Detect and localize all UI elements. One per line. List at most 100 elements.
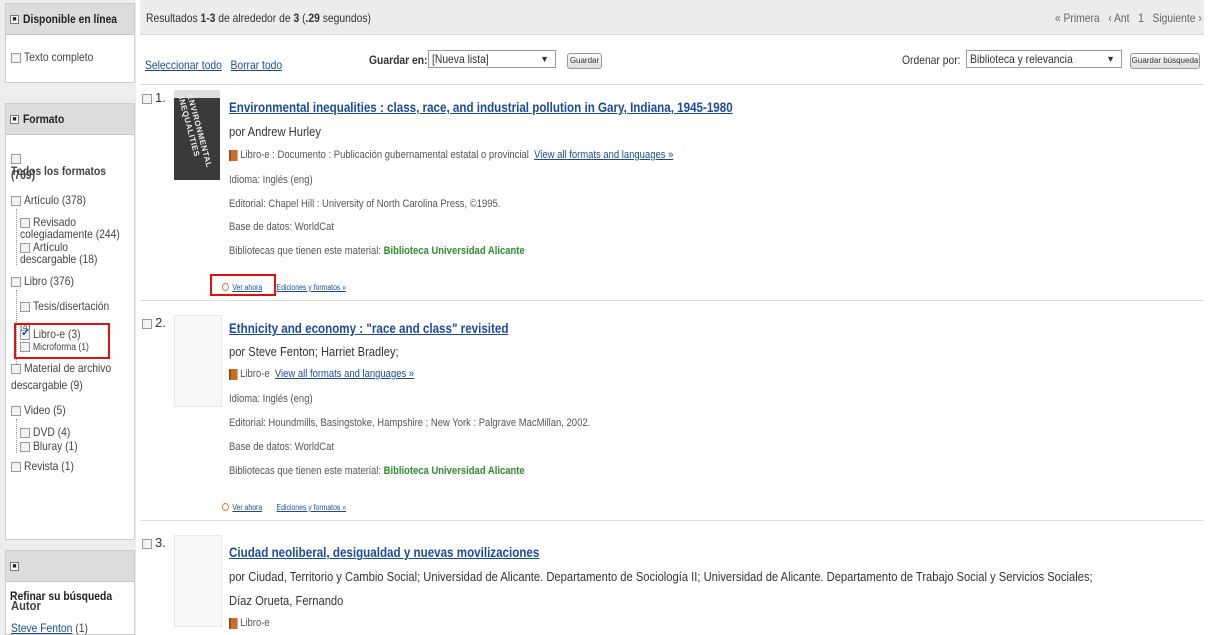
facet-libro-e[interactable]: Libro-e (3) <box>20 327 88 340</box>
record-author: por Steve Fenton; Harriet Bradley; <box>229 344 399 359</box>
result-record: 3. Ciudad neoliberal, desigualdad y nuev… <box>140 533 1204 635</box>
record-actions: Ver ahora Ediciones y formatos » <box>222 279 346 293</box>
checkbox[interactable] <box>11 153 21 164</box>
facet-full-text[interactable]: Texto completo <box>11 51 105 64</box>
checkbox[interactable] <box>20 342 30 353</box>
record-database: Base de datos: WorldCat <box>229 221 335 233</box>
save-in-label: Guardar en: <box>369 53 428 67</box>
checkbox[interactable] <box>11 461 21 472</box>
sort-label: Ordenar por: <box>902 53 961 67</box>
facet-articulo-descargable-count: descargable (18) <box>20 252 98 266</box>
facet-format: ■ Formato Todos los formatos (769) Artícu… <box>5 103 135 540</box>
facet-dvd[interactable]: DVD (4) <box>20 426 76 438</box>
record-format: Libro-e View all formats and languages » <box>229 368 414 380</box>
checkbox[interactable] <box>11 276 21 287</box>
checkbox[interactable] <box>11 52 21 63</box>
facet-articulo[interactable]: Artículo (378) <box>11 194 96 207</box>
pagination: « Primera ‹ Ant 1 Siguiente › <box>1031 11 1202 25</box>
facet-author-item[interactable]: Steve Fenton (1) <box>11 622 100 635</box>
record-author-cont: Díaz Orueta, Fernando <box>229 593 344 608</box>
save-search-button[interactable]: Guardar búsqueda <box>1130 53 1200 69</box>
all-formats-link[interactable]: View all formats and languages » <box>275 368 414 380</box>
facet-libro[interactable]: Libro (376) <box>11 275 82 288</box>
next-page-link[interactable]: Siguiente › <box>1153 11 1202 25</box>
checkbox[interactable] <box>11 363 21 374</box>
editions-formats-link[interactable]: Ediciones y formatos » <box>277 503 347 512</box>
record-actions: Ver ahora Ediciones y formatos » <box>222 499 346 513</box>
record-format: Libro-e <box>229 617 270 629</box>
record-libraries: Bibliotecas que tienen este material: Bi… <box>229 465 525 477</box>
record-checkbox[interactable] <box>142 93 152 104</box>
record-format: Libro-e : Documento : Publicación gubern… <box>229 149 673 161</box>
facet-sidebar: ■ Disponible en línea Texto completo ■ For… <box>0 0 136 635</box>
results-toolbar: Seleccionar todo Borrar todo Guardar en:… <box>140 44 1204 85</box>
checkbox[interactable] <box>20 441 30 452</box>
facet-refine-header[interactable]: ■Refinar su búsqueda <box>6 551 134 603</box>
current-page: 1 <box>1138 11 1145 25</box>
record-checkbox[interactable] <box>142 538 152 549</box>
record-author: por Andrew Hurley <box>229 124 321 139</box>
collapse-icon[interactable]: ■ <box>10 115 19 125</box>
author-link[interactable]: Steve Fenton <box>11 621 72 635</box>
library-name: Biblioteca Universidad Alicante <box>383 245 525 257</box>
facet-bluray[interactable]: Bluray (1) <box>20 440 85 452</box>
facet-author-heading: Autor <box>11 598 41 613</box>
prev-page-link[interactable]: ‹ Ant <box>1108 11 1129 25</box>
book-cover-image[interactable]: ENVIRONMENTAL INEQUALITIES <box>174 90 220 180</box>
facet-video[interactable]: Video (5) <box>11 404 72 417</box>
facet-online: ■ Disponible en línea Texto completo <box>5 3 135 83</box>
clear-all-link[interactable]: Borrar todo <box>230 58 282 72</box>
record-title-link[interactable]: Ciudad neoliberal, desigualdad y nuevas … <box>229 545 539 560</box>
results-panel: Resultados 1-3 de alrededor de 3 (.29 se… <box>140 0 1208 635</box>
checkbox[interactable] <box>11 405 21 416</box>
record-author: por Ciudad, Territorio y Cambio Social; … <box>229 569 1093 584</box>
result-record: 1. ENVIRONMENTAL INEQUALITIES Environmen… <box>140 88 1204 301</box>
record-title-link[interactable]: Environmental inequalities : class, race… <box>229 100 733 115</box>
results-header: Resultados 1-3 de alrededor de 3 (.29 se… <box>140 0 1204 35</box>
all-formats-link[interactable]: View all formats and languages » <box>534 149 673 161</box>
view-now-link[interactable]: Ver ahora <box>232 283 262 292</box>
checkbox-checked[interactable] <box>20 327 30 340</box>
record-title-link[interactable]: Ethnicity and economy : "race and class"… <box>229 321 508 336</box>
dropdown-arrow-icon: ▼ <box>1106 54 1115 64</box>
checkbox[interactable] <box>20 427 30 438</box>
ebook-icon <box>229 149 238 161</box>
collapse-icon[interactable]: ■ <box>10 15 19 25</box>
view-now-icon <box>222 502 229 511</box>
results-summary: Resultados 1-3 de alrededor de 3 (.29 se… <box>146 11 371 25</box>
book-cover-placeholder <box>174 535 222 627</box>
facet-tesis[interactable]: Tesis/disertación <box>20 300 122 312</box>
tree-connector <box>16 209 17 265</box>
facet-online-header[interactable]: ■ Disponible en línea <box>6 4 134 35</box>
record-database: Base de datos: WorldCat <box>229 441 335 453</box>
cover-text: ENVIRONMENTAL INEQUALITIES <box>176 93 214 169</box>
editions-formats-link[interactable]: Ediciones y formatos » <box>277 283 347 292</box>
record-libraries: Bibliotecas que tienen este material: Bi… <box>229 245 525 257</box>
facet-revista[interactable]: Revista (1) <box>11 460 82 473</box>
facet-all-formats-count: (769) <box>11 168 36 182</box>
view-now-link[interactable]: Ver ahora <box>232 503 262 512</box>
save-button[interactable]: Guardar <box>567 53 602 69</box>
record-number: 2. <box>142 315 166 330</box>
dropdown-arrow-icon: ▼ <box>540 54 549 64</box>
collapse-icon[interactable]: ■ <box>10 562 19 572</box>
select-all-link[interactable]: Seleccionar todo <box>145 58 222 72</box>
ebook-icon <box>229 617 238 629</box>
facet-format-title: Formato <box>23 112 65 126</box>
save-list-select[interactable]: [Nueva lista] ▼ <box>428 50 556 68</box>
checkbox[interactable] <box>20 301 30 312</box>
facet-format-header[interactable]: ■ Formato <box>6 104 134 135</box>
facet-material-archivo-count: descargable (9) <box>11 378 83 392</box>
record-checkbox[interactable] <box>142 318 152 329</box>
record-publisher: Editorial: Chapel Hill : University of N… <box>229 198 501 210</box>
facet-microforma[interactable]: Microforma (1) <box>20 342 98 354</box>
record-language: Idioma: Inglés (eng) <box>229 393 313 405</box>
book-cover-placeholder <box>174 315 222 407</box>
checkbox[interactable] <box>11 195 21 206</box>
first-page-link[interactable]: « Primera <box>1055 11 1100 25</box>
facet-refine: ■Refinar su búsqueda Autor Steve Fenton … <box>5 550 135 635</box>
record-language: Idioma: Inglés (eng) <box>229 174 313 186</box>
facet-material-archivo[interactable]: Material de archivo <box>11 362 125 375</box>
facet-revisado-count: colegiadamente (244) <box>20 227 120 241</box>
sort-select[interactable]: Biblioteca y relevancia ▼ <box>966 50 1122 68</box>
